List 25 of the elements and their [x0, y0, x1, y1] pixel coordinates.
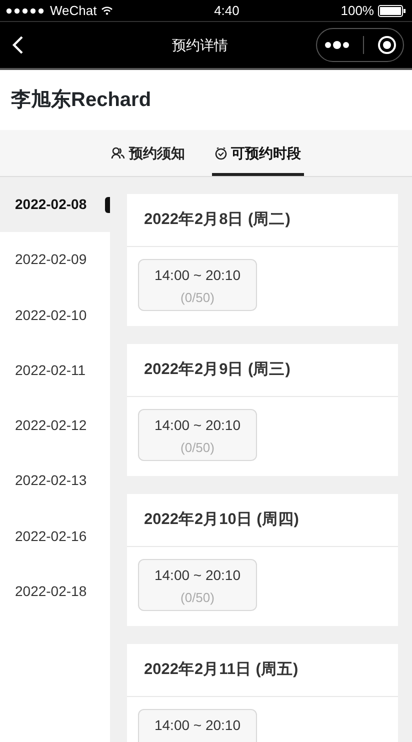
more-icon[interactable] [324, 40, 350, 50]
back-icon[interactable] [12, 35, 24, 55]
battery-percent: 100% [340, 2, 374, 20]
people-icon [111, 147, 125, 159]
signal-icon [6, 8, 46, 14]
wifi-icon [100, 6, 113, 15]
battery-icon [378, 4, 406, 16]
capsule-menu[interactable] [316, 28, 404, 62]
day-title: 2022年2月10日 (周四) [144, 510, 299, 530]
tab[interactable]: 预约须知 [108, 130, 188, 176]
status-time: 4:40 [214, 2, 240, 20]
close-icon[interactable] [376, 35, 396, 55]
selection-marker [105, 197, 110, 213]
time-slot[interactable]: 14:00 ~ 20:10 (0/50) [138, 259, 257, 311]
date-item[interactable]: 2022-02-08 [0, 177, 110, 232]
clock-icon [215, 146, 227, 160]
doctor-name: 李旭东Rechard [11, 88, 152, 113]
time-slot[interactable]: 14:00 ~ 20:10 (0/50) [138, 559, 257, 611]
time-slot[interactable]: 14:00 ~ 20:10 [138, 709, 257, 742]
time-slot[interactable]: 14:00 ~ 20:10 (0/50) [138, 409, 257, 461]
day-title: 2022年2月11日 (周五) [144, 660, 298, 680]
carrier-name: WeChat [50, 2, 97, 20]
day-title: 2022年2月8日 (周二) [144, 210, 290, 230]
nav-title: 预约详情 [172, 36, 228, 54]
day-title: 2022年2月9日 (周三) [144, 360, 290, 380]
